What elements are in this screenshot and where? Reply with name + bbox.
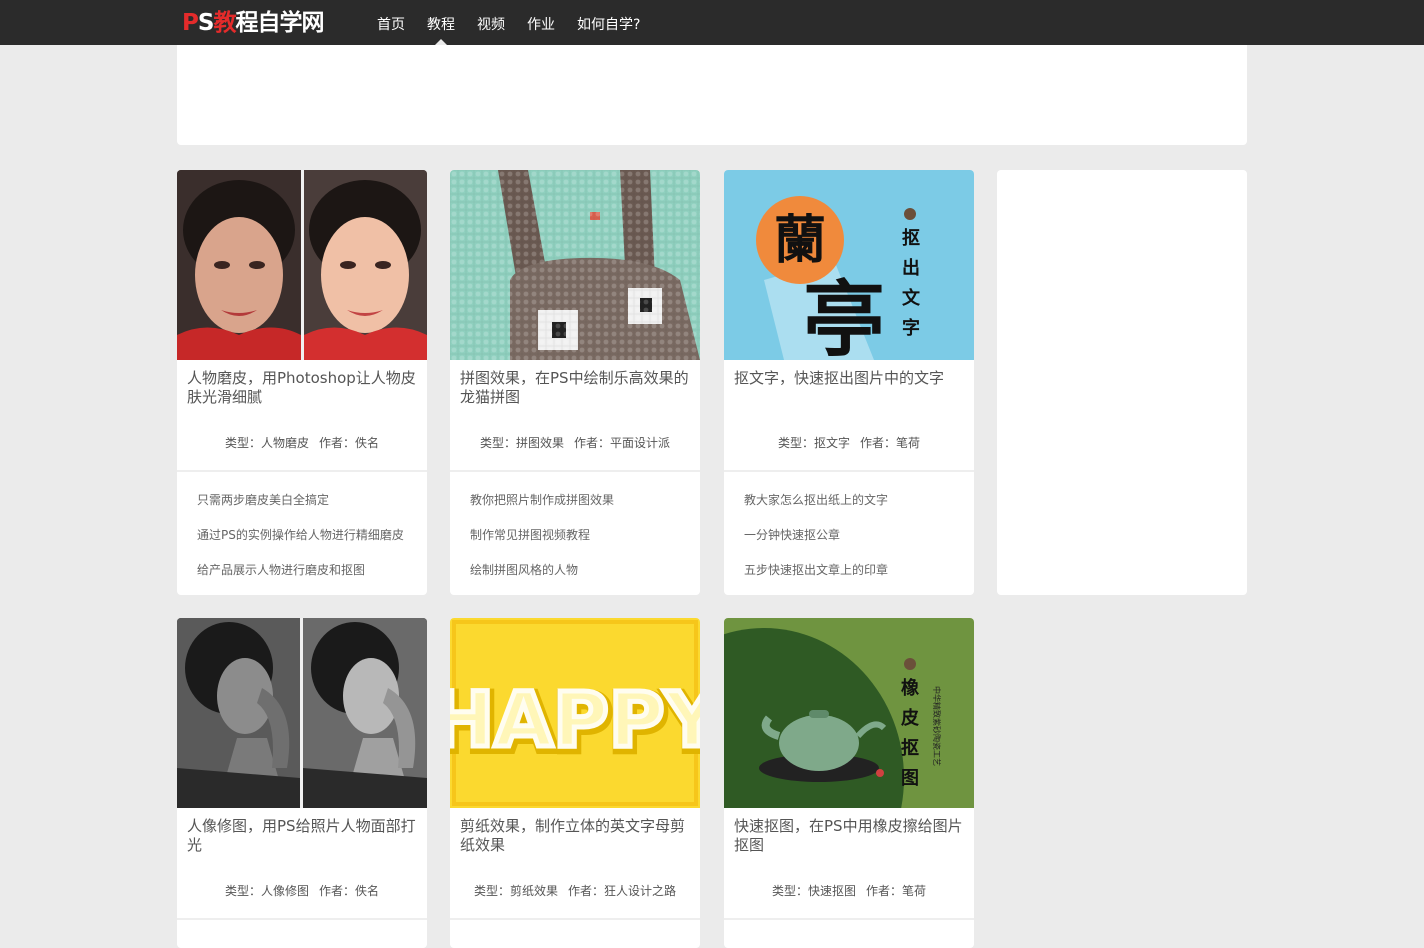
image-text-side-2: 皮 <box>901 707 919 729</box>
card-divider <box>450 918 700 920</box>
card-author: 佚名 <box>355 884 380 898</box>
image-text-happy: HAPPY <box>450 675 700 764</box>
card-thumbnail-pixel-rabbit[interactable] <box>450 170 700 360</box>
image-text-side-3: 文 <box>902 287 921 309</box>
tutorial-card: 蘭 亭 抠 出 文 字 抠文字，快速抠出图片中的文字 类型：抠文字 作者：笔荷 教… <box>724 170 974 595</box>
author-label: 作者： <box>319 884 356 898</box>
type-label: 类型： <box>224 436 261 450</box>
sidebar-panel <box>997 170 1247 595</box>
related-link[interactable]: 一分钟快速抠公章 <box>744 525 959 560</box>
related-link[interactable]: 教大家怎么抠出纸上的文字 <box>744 490 959 525</box>
nav-videos[interactable]: 视频 <box>466 0 516 45</box>
type-label: 类型： <box>473 884 510 898</box>
card-divider <box>177 470 427 472</box>
card-type[interactable]: 抠文字 <box>814 436 850 450</box>
type-label: 类型： <box>777 436 814 450</box>
author-label: 作者： <box>574 436 611 450</box>
type-label: 类型： <box>224 884 261 898</box>
card-author: 笔荷 <box>896 436 921 450</box>
card-author: 笔荷 <box>902 884 927 898</box>
card-author: 平面设计派 <box>610 436 671 450</box>
card-author: 佚名 <box>355 436 380 450</box>
image-text-side-1: 橡 <box>901 677 919 699</box>
image-text-side-4: 字 <box>902 317 920 339</box>
card-divider <box>450 470 700 472</box>
tutorial-card: 人像修图，用PS给照片人物面部打光 类型：人像修图 作者：佚名 <box>177 618 427 948</box>
tutorial-card: 人物磨皮，用Photoshop让人物皮肤光滑细腻 类型：人物磨皮 作者：佚名 只需… <box>177 170 427 595</box>
related-links: 教你把照片制作成拼图效果 制作常见拼图视频教程 绘制拼图风格的人物 <box>470 490 685 595</box>
card-title[interactable]: 快速抠图，在PS中用橡皮擦给图片抠图 <box>734 817 964 859</box>
type-label: 类型： <box>771 884 808 898</box>
card-type[interactable]: 人像修图 <box>261 884 309 898</box>
card-thumbnail-happy-papercut[interactable]: HAPPY HAPPY <box>450 618 700 808</box>
card-meta: 类型：快速抠图 作者：笔荷 <box>724 882 974 899</box>
card-type[interactable]: 快速抠图 <box>808 884 856 898</box>
card-thumbnail-teapot[interactable]: 橡 皮 抠 图 中华精致紫砂陶瓷工艺 <box>724 618 974 808</box>
card-title[interactable]: 剪纸效果，制作立体的英文字母剪纸效果 <box>460 817 690 859</box>
nav-tutorials[interactable]: 教程 <box>416 0 466 45</box>
related-links: 教大家怎么抠出纸上的文字 一分钟快速抠公章 五步快速抠出文章上的印章 <box>744 490 959 595</box>
related-link[interactable]: 教你把照片制作成拼图效果 <box>470 490 685 525</box>
image-text-side-1: 抠 <box>902 228 920 249</box>
card-divider <box>724 470 974 472</box>
card-divider <box>724 918 974 920</box>
image-text-small-vertical: 中华精致紫砂陶瓷工艺 <box>932 686 942 766</box>
image-text-side-3: 抠 <box>901 738 919 759</box>
card-type[interactable]: 人物磨皮 <box>261 436 309 450</box>
card-author: 狂人设计之路 <box>604 884 677 898</box>
card-meta: 类型：拼图效果 作者：平面设计派 <box>450 434 700 451</box>
author-label: 作者： <box>568 884 605 898</box>
related-link[interactable]: 制作常见拼图视频教程 <box>470 525 685 560</box>
image-text-ting: 亭 <box>803 272 885 360</box>
image-text-lan: 蘭 <box>774 210 826 271</box>
card-meta: 类型：人像修图 作者：佚名 <box>177 882 427 899</box>
nav-how-to-self-study[interactable]: 如何自学? <box>566 0 651 45</box>
related-link[interactable]: 通过PS的实例操作给人物进行精细磨皮 <box>197 525 412 560</box>
card-thumbnail-bw-portrait[interactable] <box>177 618 427 808</box>
card-meta: 类型：抠文字 作者：笔荷 <box>724 434 974 451</box>
tutorial-card: HAPPY HAPPY 剪纸效果，制作立体的英文字母剪纸效果 类型：剪纸效果 作者… <box>450 618 700 948</box>
related-link[interactable]: 给产品展示人物进行磨皮和抠图 <box>197 560 412 595</box>
card-type[interactable]: 拼图效果 <box>516 436 564 450</box>
card-meta: 类型：人物磨皮 作者：佚名 <box>177 434 427 451</box>
top-navigation-bar: PS教程自学网 首页 教程 视频 作业 如何自学? <box>0 0 1424 45</box>
logo-text-rest: 程自学网 <box>235 10 324 36</box>
related-link[interactable]: 只需两步磨皮美白全搞定 <box>197 490 412 525</box>
card-meta: 类型：剪纸效果 作者：狂人设计之路 <box>450 882 700 899</box>
author-label: 作者： <box>860 436 897 450</box>
logo-letter-s: S <box>197 10 215 36</box>
card-type[interactable]: 剪纸效果 <box>510 884 558 898</box>
author-label: 作者： <box>866 884 903 898</box>
card-thumbnail-portrait-retouch[interactable] <box>177 170 427 360</box>
logo-letter-p: P <box>182 10 199 36</box>
image-text-side-2: 出 <box>902 257 920 279</box>
related-link[interactable]: 绘制拼图风格的人物 <box>470 560 685 595</box>
type-label: 类型： <box>479 436 516 450</box>
nav-homework[interactable]: 作业 <box>516 0 566 45</box>
tutorial-card: 橡 皮 抠 图 中华精致紫砂陶瓷工艺 快速抠图，在PS中用橡皮擦给图片抠图 类型… <box>724 618 974 948</box>
card-divider <box>177 918 427 920</box>
card-title[interactable]: 人像修图，用PS给照片人物面部打光 <box>187 817 417 859</box>
banner-ad-area <box>177 45 1247 145</box>
card-thumbnail-calligraphy[interactable]: 蘭 亭 抠 出 文 字 <box>724 170 974 360</box>
author-label: 作者： <box>319 436 356 450</box>
card-title[interactable]: 拼图效果，在PS中绘制乐高效果的龙猫拼图 <box>460 369 690 411</box>
related-links: 只需两步磨皮美白全搞定 通过PS的实例操作给人物进行精细磨皮 给产品展示人物进行… <box>197 490 412 595</box>
tutorial-card: 拼图效果，在PS中绘制乐高效果的龙猫拼图 类型：拼图效果 作者：平面设计派 教你把… <box>450 170 700 595</box>
card-title[interactable]: 人物磨皮，用Photoshop让人物皮肤光滑细腻 <box>187 369 417 411</box>
logo-char-jiao: 教 <box>213 10 236 36</box>
image-text-side-4: 图 <box>901 768 919 789</box>
nav-home[interactable]: 首页 <box>366 0 416 45</box>
main-nav: 首页 教程 视频 作业 如何自学? <box>366 0 651 45</box>
related-link[interactable]: 五步快速抠出文章上的印章 <box>744 560 959 595</box>
card-title[interactable]: 抠文字，快速抠出图片中的文字 <box>734 369 964 411</box>
site-logo[interactable]: PS教程自学网 <box>182 7 324 39</box>
